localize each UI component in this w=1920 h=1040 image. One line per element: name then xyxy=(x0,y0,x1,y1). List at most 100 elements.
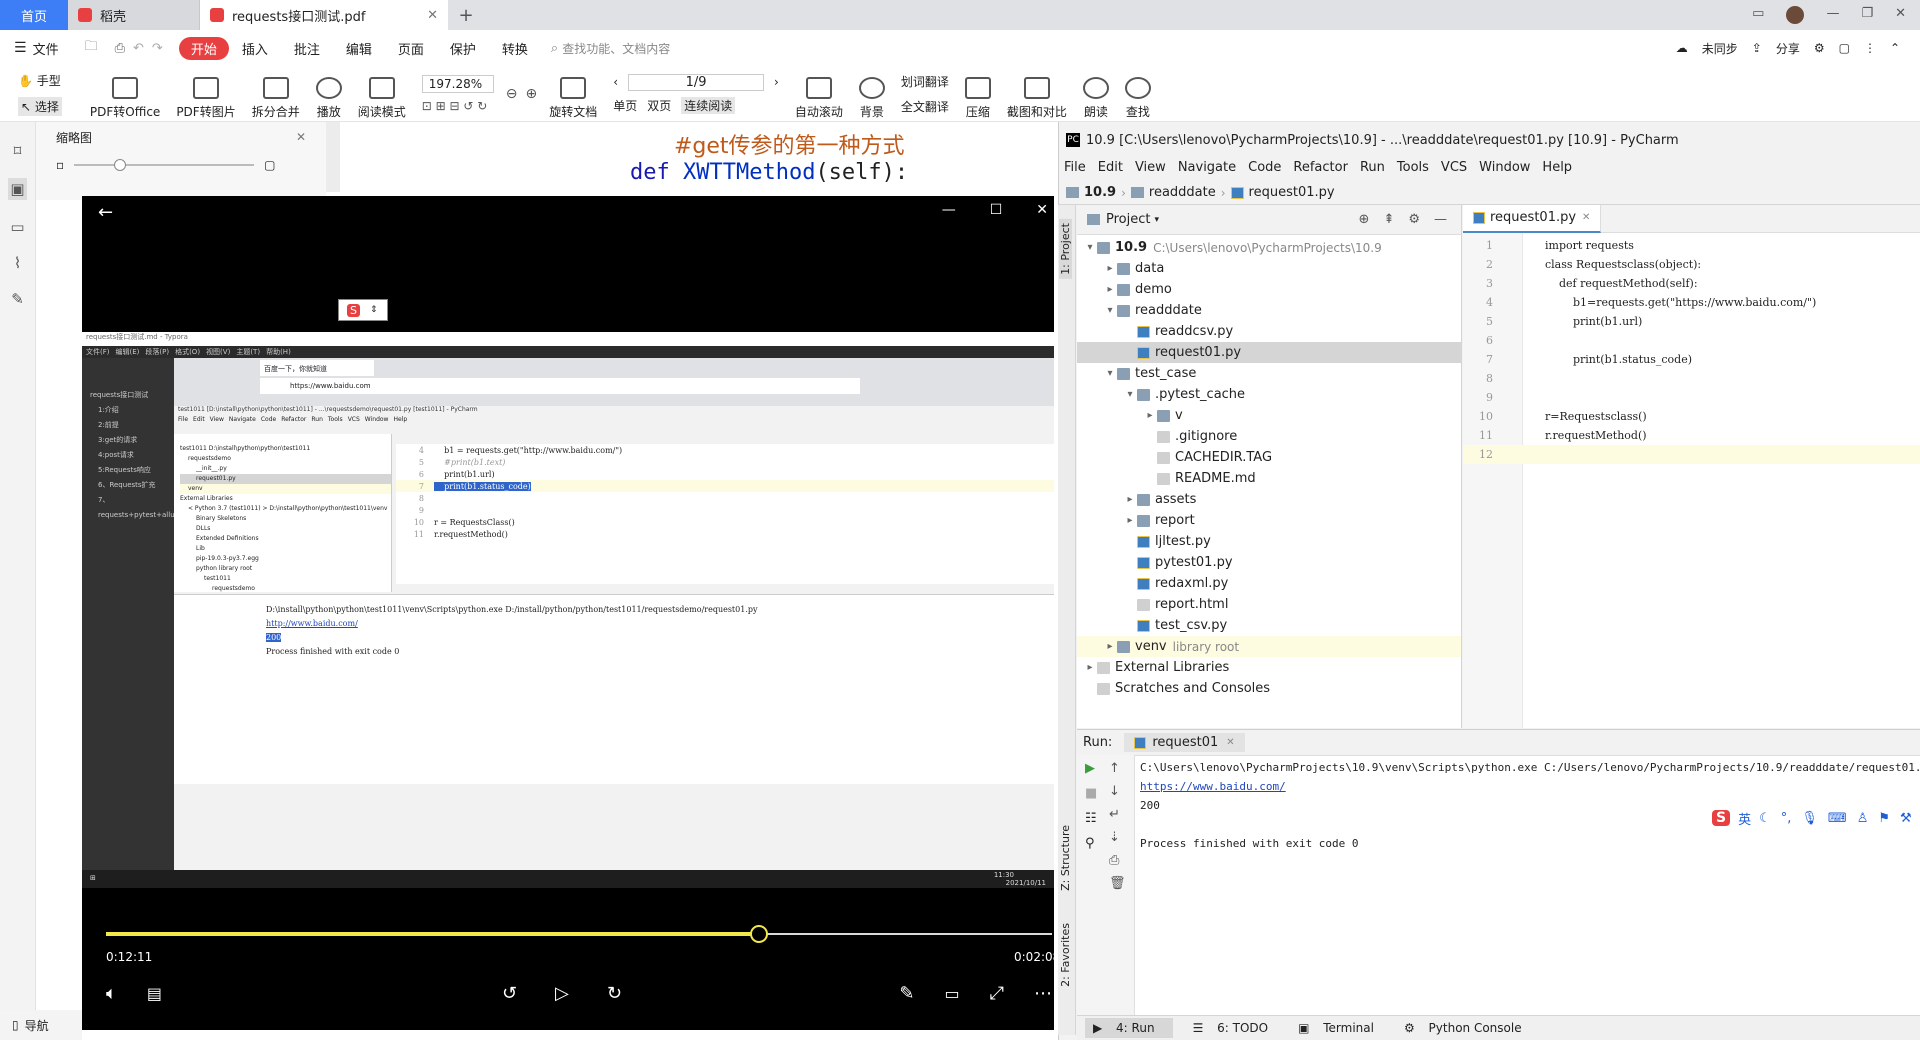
fullscreen-icon[interactable]: ⤢ xyxy=(990,983,1004,1004)
pc-menu-edit[interactable]: Edit xyxy=(1098,160,1123,175)
prev-page-icon[interactable]: ‹ xyxy=(613,75,618,89)
attachment-icon[interactable]: ⌇ xyxy=(14,254,21,272)
compress-button[interactable]: 压缩 xyxy=(964,68,991,120)
open-icon[interactable]: 🗀 xyxy=(85,37,98,59)
python-console-button[interactable]: ⚙ Python Console xyxy=(1404,1021,1532,1035)
signature-icon[interactable]: ✎ xyxy=(11,290,24,308)
read-mode-button[interactable]: 阅读模式 xyxy=(358,68,406,120)
pc-menu-navigate[interactable]: Navigate xyxy=(1178,160,1236,175)
hide-icon[interactable]: — xyxy=(1434,212,1447,227)
favorites-tool-tab[interactable]: 2: Favorites xyxy=(1059,923,1072,987)
tree-node[interactable]: Scratches and Consoles xyxy=(1077,678,1461,699)
structure-tool-tab[interactable]: Z: Structure xyxy=(1059,825,1072,891)
collapse-arrow-icon[interactable]: ▸ xyxy=(1083,662,1097,673)
tree-node[interactable]: ▾ 10.9 C:\Users\lenovo\PycharmProjects\10.… xyxy=(1077,237,1461,258)
scroll-up-icon[interactable]: ↑ xyxy=(1109,761,1126,776)
tree-node[interactable]: .gitignore xyxy=(1077,426,1461,447)
run-tab-request01[interactable]: request01 ✕ xyxy=(1124,733,1245,752)
rotate-button[interactable]: 旋转文档 xyxy=(549,68,597,120)
breadcrumb-item[interactable]: 10.9 xyxy=(1084,185,1116,200)
next-page-icon[interactable]: › xyxy=(774,75,779,89)
collapse-arrow-icon[interactable]: ▸ xyxy=(1103,263,1117,274)
feature-search-input[interactable]: 查找功能、文档内容 xyxy=(562,40,670,57)
ime-dropdown-icon[interactable]: ⇕ xyxy=(370,305,378,315)
scroll-end-icon[interactable]: ⇣ xyxy=(1109,830,1126,845)
tree-node[interactable]: ▸ report xyxy=(1077,510,1461,531)
word-translate-button[interactable]: 划词翻译 xyxy=(901,73,949,90)
comment-icon[interactable]: ▭ xyxy=(10,218,24,236)
tab-daoke[interactable]: 稻壳 xyxy=(68,0,200,30)
project-view-select[interactable]: Project xyxy=(1106,212,1150,227)
tree-node[interactable]: README.md xyxy=(1077,468,1461,489)
pc-menu-help[interactable]: Help xyxy=(1542,160,1572,175)
layout-icon[interactable]: ▭ xyxy=(1752,6,1764,24)
select-tool[interactable]: ↖ 选择 xyxy=(18,96,62,116)
tree-node[interactable]: ▾ .pytest_cache xyxy=(1077,384,1461,405)
tab-pdf-document[interactable]: requests接口测试.pdf ✕ xyxy=(200,0,448,30)
pc-menu-view[interactable]: View xyxy=(1135,160,1166,175)
print-icon[interactable]: ⎙ xyxy=(1109,853,1126,868)
play-icon[interactable]: ▷ xyxy=(555,983,569,1004)
tree-node[interactable]: ▾ readddate xyxy=(1077,300,1461,321)
player-maximize-icon[interactable]: ☐ xyxy=(990,202,1003,218)
volume-icon[interactable]: 🔈︎ xyxy=(106,983,117,1004)
pc-menu-refactor[interactable]: Refactor xyxy=(1293,160,1348,175)
zoom-select[interactable]: 197.28% xyxy=(421,74,494,93)
split-merge-button[interactable]: 拆分合并 xyxy=(252,68,300,120)
pc-menu-tools[interactable]: Tools xyxy=(1397,160,1429,175)
todo-tool-button[interactable]: ☰ 6: TODO xyxy=(1193,1021,1279,1035)
background-button[interactable]: 背景 xyxy=(858,68,885,120)
project-tool-tab[interactable]: 1: Project xyxy=(1059,219,1072,279)
more-options-icon[interactable]: ⋯ xyxy=(1034,983,1052,1004)
chevron-down-icon[interactable]: ▾ xyxy=(1154,215,1159,225)
pin-icon[interactable]: ⚲ xyxy=(1085,836,1097,851)
zoom-in-icon[interactable]: ⊕ xyxy=(525,86,537,102)
tree-node[interactable]: ljltest.py xyxy=(1077,531,1461,552)
back-arrow-icon[interactable]: ← xyxy=(98,202,113,223)
bookmark-icon[interactable]: ⌑ xyxy=(14,142,22,160)
sync-status[interactable]: 未同步 xyxy=(1702,40,1738,57)
continuous-read-button[interactable]: 连续阅读 xyxy=(681,96,736,114)
run-tool-button[interactable]: ▶ 4: Run xyxy=(1085,1018,1173,1038)
expand-arrow-icon[interactable]: ▾ xyxy=(1083,242,1097,253)
share-button[interactable]: 分享 xyxy=(1776,40,1800,57)
restore-icon[interactable]: ❐ xyxy=(1861,6,1873,24)
menu-insert[interactable]: 插入 xyxy=(242,39,268,58)
skin-icon[interactable]: ⚑ xyxy=(1878,811,1890,826)
miniplayer-icon[interactable]: ▭ xyxy=(944,984,959,1003)
tab-home[interactable]: 首页 xyxy=(0,0,68,30)
expand-arrow-icon[interactable]: ▾ xyxy=(1103,368,1117,379)
collapse-arrow-icon[interactable]: ▸ xyxy=(1143,410,1157,421)
video-progress-knob[interactable] xyxy=(749,925,768,943)
player-close-icon[interactable]: ✕ xyxy=(1036,202,1048,218)
pdf-to-image-button[interactable]: PDF转图片 xyxy=(176,68,236,120)
page-number-input[interactable]: 1/9 xyxy=(628,73,765,91)
locate-icon[interactable]: ⊕ xyxy=(1359,212,1370,227)
undo-icon[interactable]: ↶ xyxy=(133,41,144,56)
autoscroll-button[interactable]: 自动滚动 xyxy=(795,68,843,120)
tree-node[interactable]: report.html xyxy=(1077,594,1461,615)
menu-convert[interactable]: 转换 xyxy=(502,39,528,58)
tree-node[interactable]: redaxml.py xyxy=(1077,573,1461,594)
single-page-button[interactable]: 单页 xyxy=(613,97,637,114)
breadcrumb-item[interactable]: request01.py xyxy=(1249,185,1335,200)
user-icon[interactable]: ♙ xyxy=(1857,811,1869,826)
close-tab-icon[interactable]: ✕ xyxy=(1226,737,1234,748)
new-tab-button[interactable]: + xyxy=(448,5,484,26)
tree-node[interactable]: ▸ v xyxy=(1077,405,1461,426)
menu-page[interactable]: 页面 xyxy=(398,39,424,58)
tree-node[interactable]: pytest01.py xyxy=(1077,552,1461,573)
tree-node[interactable]: CACHEDIR.TAG xyxy=(1077,447,1461,468)
breadcrumb-item[interactable]: readddate xyxy=(1149,185,1216,200)
navigation-button[interactable]: 导航 xyxy=(25,1017,49,1034)
collapse-arrow-icon[interactable]: ▸ xyxy=(1103,641,1117,652)
expand-arrow-icon[interactable]: ▾ xyxy=(1123,389,1137,400)
thumbnail-size-slider[interactable] xyxy=(74,159,255,171)
tree-node[interactable]: ▸ demo xyxy=(1077,279,1461,300)
collapse-arrow-icon[interactable]: ▸ xyxy=(1123,494,1137,505)
hamburger-icon[interactable]: ☰ xyxy=(14,40,27,56)
more-icon[interactable]: ⋮ xyxy=(1864,41,1876,55)
close-tab-icon[interactable]: ✕ xyxy=(427,8,438,23)
ime-language-toggle[interactable]: 英 xyxy=(1738,809,1751,828)
read-aloud-button[interactable]: 朗读 xyxy=(1082,68,1109,120)
